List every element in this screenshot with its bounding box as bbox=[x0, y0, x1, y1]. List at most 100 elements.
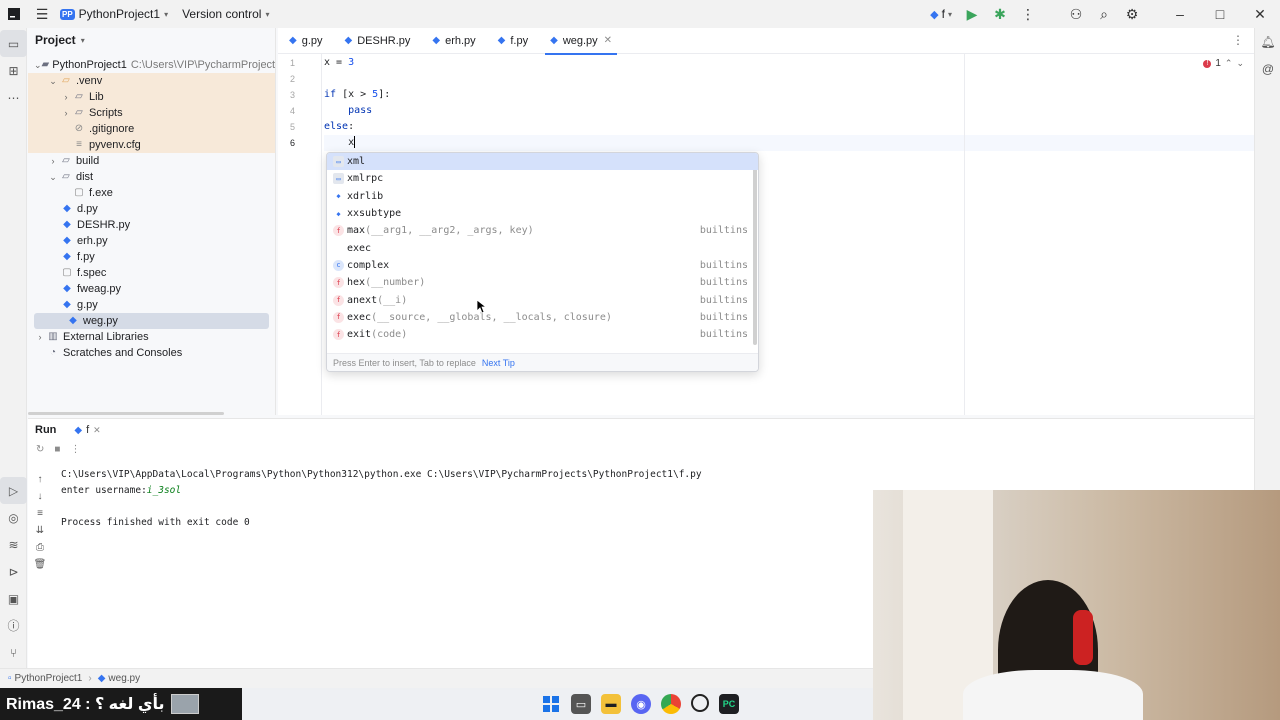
folder-icon: ▱ bbox=[62, 171, 70, 182]
pycharm-icon[interactable]: PC bbox=[719, 694, 739, 714]
tab-deshr[interactable]: ◆ DESHR.py bbox=[334, 28, 422, 54]
main-menu-icon[interactable]: ☰ bbox=[28, 0, 56, 28]
completion-item[interactable]: ▭ xml bbox=[327, 153, 758, 171]
completion-item[interactable]: ▭ xmlrpc bbox=[327, 170, 758, 187]
scroll-down-icon[interactable]: ↓ bbox=[28, 488, 52, 505]
tree-item-pyvenv[interactable]: ≡ pyvenv.cfg bbox=[28, 137, 275, 153]
console-line: C:\Users\VIP\AppData\Local\Programs\Pyth… bbox=[61, 469, 702, 480]
tree-item-external-libraries[interactable]: › ▥ External Libraries bbox=[28, 329, 275, 345]
tab-g[interactable]: ◆ g.py bbox=[278, 28, 334, 54]
tree-item-g[interactable]: ◆ g.py bbox=[28, 297, 275, 313]
debug-icon[interactable]: ✱ bbox=[986, 0, 1014, 28]
tree-item-weg[interactable]: ◆ weg.py bbox=[34, 313, 269, 329]
rerun-icon[interactable]: ↻ bbox=[36, 444, 44, 455]
windows-start-icon[interactable] bbox=[541, 694, 561, 714]
user-icon[interactable]: ⚇ bbox=[1062, 0, 1090, 28]
project-tool-icon[interactable]: ▭ bbox=[0, 30, 27, 57]
more-actions-icon[interactable]: ⋮ bbox=[70, 444, 80, 455]
chevron-up-icon[interactable]: ⌃ bbox=[1225, 58, 1233, 69]
tree-item-scratches[interactable]: ◔ Scratches and Consoles bbox=[28, 345, 275, 361]
run-config-selector[interactable]: ◆ f ▾ bbox=[930, 7, 952, 21]
soft-wrap-icon[interactable]: ≡ bbox=[28, 505, 52, 522]
minimize-icon[interactable]: – bbox=[1160, 0, 1200, 28]
inspection-widget[interactable]: ! 1 ⌃ ⌄ bbox=[1203, 58, 1244, 69]
search-icon[interactable]: ⌕ bbox=[1090, 0, 1118, 28]
tree-item-f[interactable]: ◆ f.py bbox=[28, 249, 275, 265]
completion-item[interactable]: f exec (__source, __globals, __locals, clo… bbox=[327, 309, 758, 326]
completion-footer: Press Enter to insert, Tab to replace Ne… bbox=[327, 353, 758, 371]
chrome-icon[interactable] bbox=[661, 694, 681, 714]
code-text: ]: bbox=[378, 89, 391, 100]
more-actions-icon[interactable]: ⋮ bbox=[1014, 0, 1042, 28]
tab-erh[interactable]: ◆ erh.py bbox=[421, 28, 486, 54]
python-packages-icon[interactable]: ◎ bbox=[0, 504, 27, 531]
close-icon[interactable]: ✕ bbox=[1240, 0, 1280, 28]
obs-icon[interactable] bbox=[691, 694, 709, 712]
tree-item-deshr[interactable]: ◆ DESHR.py bbox=[28, 217, 275, 233]
completion-item[interactable]: exec bbox=[327, 239, 758, 256]
more-tabs-icon[interactable]: ⋮ bbox=[1232, 33, 1244, 47]
next-tip-link[interactable]: Next Tip bbox=[482, 358, 515, 368]
run-tab-f[interactable]: ◆ f ✕ bbox=[74, 424, 100, 436]
tab-weg[interactable]: ◆ weg.py ✕ bbox=[539, 28, 623, 55]
services-icon[interactable]: ⊳ bbox=[0, 558, 27, 585]
structure-tool-icon[interactable]: ⊞ bbox=[0, 57, 27, 84]
status-file[interactable]: weg.py bbox=[108, 673, 140, 684]
tree-item-gitignore[interactable]: ⊘ .gitignore bbox=[28, 121, 275, 137]
code-text: x bbox=[324, 137, 355, 148]
tree-item-d[interactable]: ◆ d.py bbox=[28, 201, 275, 217]
tree-label: g.py bbox=[77, 299, 98, 311]
project-panel-header[interactable]: Project ▾ bbox=[28, 28, 275, 52]
chevron-down-icon[interactable]: ⌄ bbox=[1236, 58, 1244, 69]
tree-item-fspec[interactable]: ▢ f.spec bbox=[28, 265, 275, 281]
completion-item[interactable]: f anext (__i) builtins bbox=[327, 291, 758, 308]
close-tab-icon[interactable]: ✕ bbox=[93, 425, 101, 436]
tab-label: g.py bbox=[301, 34, 323, 47]
task-view-icon[interactable]: ▭ bbox=[571, 694, 591, 714]
more-tools-icon[interactable]: ⋯ bbox=[0, 84, 27, 111]
stop-icon[interactable]: ■ bbox=[54, 444, 60, 455]
tree-item-venv[interactable]: ⌄ ▱ .venv bbox=[28, 73, 275, 89]
tree-item-fexe[interactable]: ▢ f.exe bbox=[28, 185, 275, 201]
vcs-menu[interactable]: Version control ▾ bbox=[182, 7, 269, 21]
tree-item-lib[interactable]: › ▱ Lib bbox=[28, 89, 275, 105]
notifications-icon[interactable]: 🔔︎ bbox=[1255, 28, 1280, 55]
file-explorer-icon[interactable]: ▬ bbox=[601, 694, 621, 714]
console-output[interactable]: C:\Users\VIP\AppData\Local\Programs\Pyth… bbox=[61, 467, 702, 531]
scroll-up-icon[interactable]: ↑ bbox=[28, 471, 52, 488]
ai-assistant-icon[interactable]: @ bbox=[1255, 55, 1280, 82]
layers-icon[interactable]: ≋ bbox=[0, 531, 27, 558]
terminal-icon[interactable]: ▣ bbox=[0, 585, 27, 612]
tree-label: PythonProject1 bbox=[52, 59, 127, 71]
git-icon[interactable]: ⑂ bbox=[0, 639, 27, 666]
completion-item[interactable]: f exit (code) builtins bbox=[327, 326, 758, 343]
close-tab-icon[interactable]: ✕ bbox=[604, 35, 612, 46]
completion-item[interactable]: f max (__arg1, __arg2, _args, key) builtins bbox=[327, 222, 758, 239]
problems-icon[interactable]: ⓘ bbox=[0, 612, 27, 639]
tab-f[interactable]: ◆ f.py bbox=[487, 28, 539, 54]
scroll-to-end-icon[interactable]: ⇊ bbox=[28, 522, 52, 539]
horizontal-scrollbar[interactable] bbox=[28, 412, 224, 415]
run-tool-icon[interactable]: ▷ bbox=[0, 477, 27, 504]
discord-icon[interactable]: ◉ bbox=[631, 694, 651, 714]
project-switcher[interactable]: PP PythonProject1 ▾ bbox=[60, 7, 168, 21]
tree-root[interactable]: ⌄ ▰ PythonProject1 C:\Users\VIP\PycharmP… bbox=[28, 57, 275, 73]
tree-item-fweag[interactable]: ◆ fweag.py bbox=[28, 281, 275, 297]
completion-item[interactable]: c complex builtins bbox=[327, 257, 758, 274]
completion-item[interactable]: ◆ xdrlib bbox=[327, 188, 758, 205]
status-project[interactable]: PythonProject1 bbox=[15, 673, 83, 684]
run-icon[interactable]: ▶ bbox=[958, 0, 986, 28]
print-icon[interactable]: ⎙ bbox=[28, 539, 52, 556]
tree-item-build[interactable]: › ▱ build bbox=[28, 153, 275, 169]
tree-item-dist[interactable]: ⌄ ▱ dist bbox=[28, 169, 275, 185]
completion-item[interactable]: ◆ xxsubtype bbox=[327, 205, 758, 222]
completion-item[interactable]: f hex (__number) builtins bbox=[327, 274, 758, 291]
console-user-input: i_3sol bbox=[146, 485, 182, 496]
tree-item-erh[interactable]: ◆ erh.py bbox=[28, 233, 275, 249]
settings-icon[interactable]: ⚙ bbox=[1118, 0, 1146, 28]
line-number: 1 bbox=[289, 58, 295, 68]
clear-icon[interactable]: 🗑︎ bbox=[28, 556, 52, 573]
project-name: PythonProject1 bbox=[78, 7, 161, 21]
tree-item-scripts[interactable]: › ▱ Scripts bbox=[28, 105, 275, 121]
maximize-icon[interactable]: □ bbox=[1200, 0, 1240, 28]
